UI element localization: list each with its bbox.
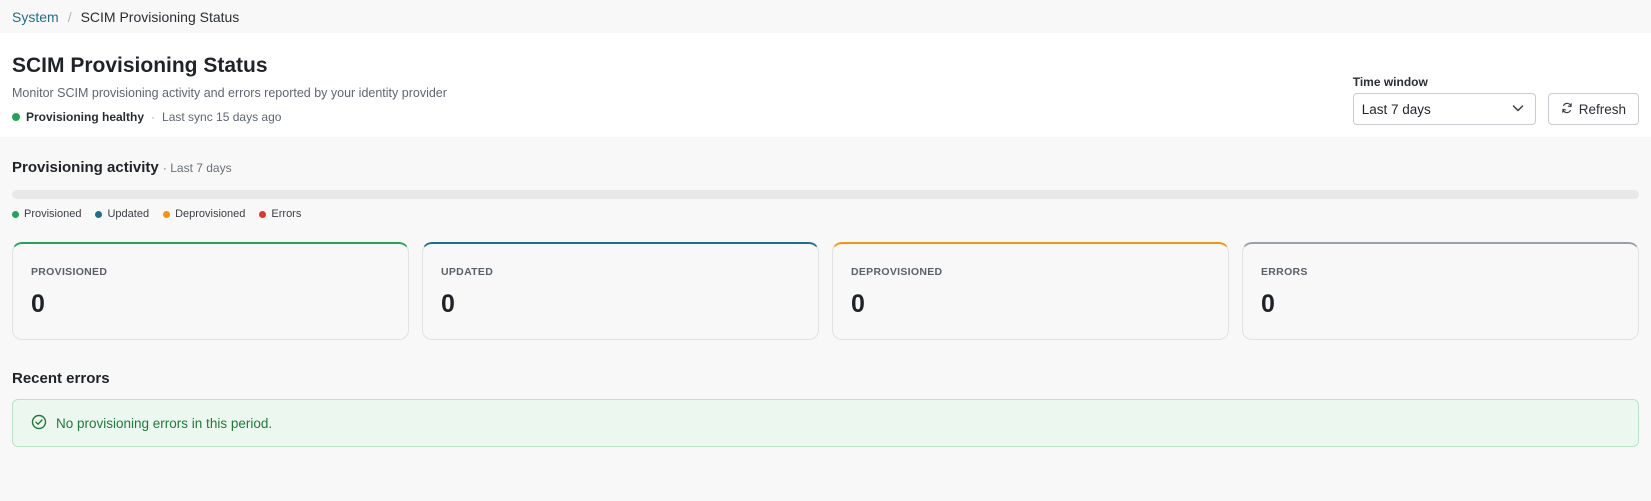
- legend-item-errors: Errors: [259, 208, 301, 220]
- stat-card-updated: UPDATED 0: [422, 242, 819, 340]
- stat-cards: PROVISIONED 0 UPDATED 0 DEPROVISIONED 0 …: [12, 242, 1639, 340]
- legend-label: Errors: [271, 208, 302, 220]
- time-window-label: Time window: [1352, 75, 1428, 89]
- no-errors-notice: No provisioning errors in this period.: [12, 399, 1639, 447]
- refresh-label: Refresh: [1578, 101, 1626, 117]
- stat-card-label: UPDATED: [441, 266, 494, 278]
- activity-legend: Provisioned Updated Deprovisioned Errors: [12, 208, 1639, 220]
- legend-dot-icon: [163, 210, 171, 218]
- breadcrumb: System / SCIM Provisioning Status: [0, 0, 1651, 33]
- no-errors-message: No provisioning errors in this period.: [56, 415, 273, 431]
- recent-errors-heading: Recent errors: [12, 370, 110, 387]
- legend-item-deprovisioned: Deprovisioned: [163, 208, 245, 220]
- header-controls: Time window Last 7 days Refresh: [1352, 75, 1639, 125]
- activity-section: Provisioning activity · Last 7 days Prov…: [0, 159, 1651, 447]
- breadcrumb-system-link[interactable]: System: [12, 9, 59, 25]
- stat-card-label: PROVISIONED: [31, 266, 108, 278]
- legend-label: Deprovisioned: [175, 208, 246, 220]
- stat-card-label: DEPROVISIONED: [851, 266, 943, 278]
- refresh-icon: [1561, 102, 1573, 117]
- legend-item-provisioned: Provisioned: [12, 208, 81, 220]
- page-header: SCIM Provisioning Status Monitor SCIM pr…: [0, 33, 1651, 137]
- stat-card-label: ERRORS: [1261, 266, 1308, 278]
- activity-range: · Last 7 days: [162, 161, 232, 175]
- time-window-group: Time window Last 7 days: [1352, 75, 1536, 125]
- stat-card-deprovisioned: DEPROVISIONED 0: [832, 242, 1229, 340]
- refresh-button[interactable]: Refresh: [1547, 93, 1639, 125]
- legend-dot-icon: [95, 210, 103, 218]
- activity-bar: [12, 190, 1639, 199]
- stat-card-value: 0: [31, 290, 45, 318]
- stat-card-value: 0: [851, 290, 865, 318]
- breadcrumb-separator: /: [67, 8, 72, 25]
- status-dot-icon: [12, 113, 20, 121]
- legend-dot-icon: [259, 210, 267, 218]
- legend-label: Updated: [107, 208, 150, 220]
- time-window-select[interactable]: Last 7 days: [1352, 93, 1536, 125]
- stat-card-value: 0: [1261, 290, 1275, 318]
- status-separator: ·: [151, 110, 156, 124]
- check-circle-icon: [31, 414, 47, 433]
- legend-label: Provisioned: [24, 208, 82, 220]
- activity-title: Provisioning activity: [12, 159, 159, 176]
- legend-dot-icon: [12, 210, 19, 218]
- breadcrumb-current: SCIM Provisioning Status: [80, 8, 240, 25]
- stat-card-provisioned: PROVISIONED 0: [12, 242, 409, 340]
- legend-item-updated: Updated: [95, 208, 149, 220]
- activity-heading: Provisioning activity · Last 7 days: [12, 159, 1639, 176]
- stat-card-errors: ERRORS 0: [1242, 242, 1639, 340]
- chevron-down-icon: [1511, 101, 1525, 118]
- last-sync-text: Last sync 15 days ago: [162, 110, 282, 124]
- status-label: Provisioning healthy: [26, 110, 145, 124]
- stat-card-value: 0: [441, 290, 455, 318]
- time-window-value: Last 7 days: [1361, 101, 1431, 117]
